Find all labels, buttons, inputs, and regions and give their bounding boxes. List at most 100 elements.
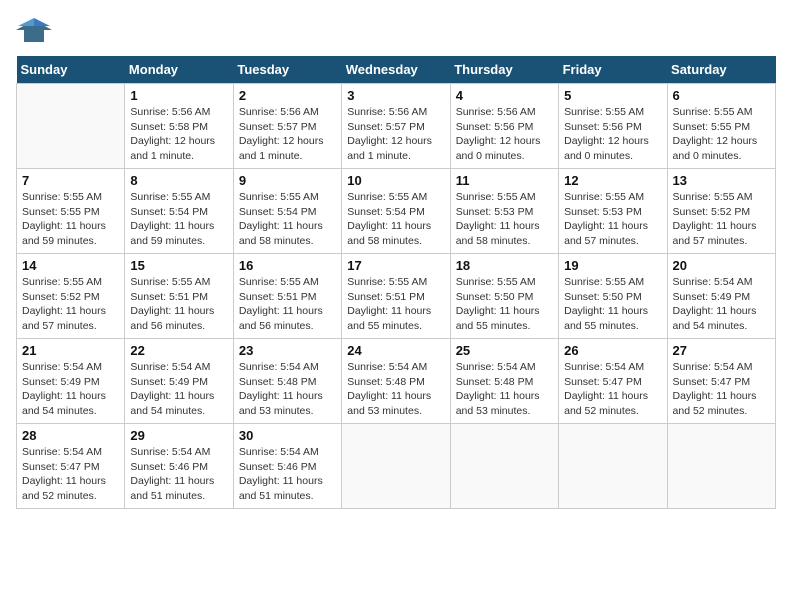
logo-icon <box>16 16 52 46</box>
day-number: 10 <box>347 173 444 188</box>
calendar-cell: 7 Sunrise: 5:55 AM Sunset: 5:55 PM Daylig… <box>17 169 125 254</box>
day-info: Sunrise: 5:54 AM Sunset: 5:47 PM Dayligh… <box>22 445 119 504</box>
day-info: Sunrise: 5:55 AM Sunset: 5:55 PM Dayligh… <box>22 190 119 249</box>
day-info: Sunrise: 5:55 AM Sunset: 5:53 PM Dayligh… <box>456 190 553 249</box>
calendar-cell: 27Sunrise: 5:54 AM Sunset: 5:47 PM Dayli… <box>667 339 775 424</box>
calendar-cell: 8 Sunrise: 5:55 AM Sunset: 5:54 PM Daylig… <box>125 169 233 254</box>
calendar-cell: 4 Sunrise: 5:56 AM Sunset: 5:56 PM Daylig… <box>450 84 558 169</box>
day-info: Sunrise: 5:54 AM Sunset: 5:49 PM Dayligh… <box>130 360 227 419</box>
calendar-cell: 15 Sunrise: 5:55 AM Sunset: 5:51 PM Dayli… <box>125 254 233 339</box>
calendar-cell <box>667 424 775 509</box>
calendar-cell: 22 Sunrise: 5:54 AM Sunset: 5:49 PM Dayli… <box>125 339 233 424</box>
calendar-cell: 23 Sunrise: 5:54 AM Sunset: 5:48 PM Dayli… <box>233 339 341 424</box>
day-info: Sunrise: 5:54 AM Sunset: 5:47 PM Dayligh… <box>564 360 661 419</box>
day-number: 22 <box>130 343 227 358</box>
calendar-cell <box>450 424 558 509</box>
weekday-header-row: SundayMondayTuesdayWednesdayThursdayFrid… <box>17 56 776 84</box>
calendar-cell: 6 Sunrise: 5:55 AM Sunset: 5:55 PM Daylig… <box>667 84 775 169</box>
day-info: Sunrise: 5:55 AM Sunset: 5:50 PM Dayligh… <box>564 275 661 334</box>
calendar-cell: 3Sunrise: 5:56 AM Sunset: 5:57 PM Daylig… <box>342 84 450 169</box>
weekday-header-monday: Monday <box>125 56 233 84</box>
day-info: Sunrise: 5:56 AM Sunset: 5:57 PM Dayligh… <box>239 105 336 164</box>
day-number: 30 <box>239 428 336 443</box>
day-info: Sunrise: 5:54 AM Sunset: 5:46 PM Dayligh… <box>130 445 227 504</box>
calendar-cell: 30 Sunrise: 5:54 AM Sunset: 5:46 PM Dayli… <box>233 424 341 509</box>
day-info: Sunrise: 5:55 AM Sunset: 5:51 PM Dayligh… <box>130 275 227 334</box>
day-number: 19 <box>564 258 661 273</box>
day-number: 20 <box>673 258 770 273</box>
calendar-week-row: 7 Sunrise: 5:55 AM Sunset: 5:55 PM Daylig… <box>17 169 776 254</box>
calendar-cell: 16 Sunrise: 5:55 AM Sunset: 5:51 PM Dayli… <box>233 254 341 339</box>
day-number: 24 <box>347 343 444 358</box>
day-info: Sunrise: 5:55 AM Sunset: 5:52 PM Dayligh… <box>673 190 770 249</box>
day-number: 12 <box>564 173 661 188</box>
calendar-cell: 18 Sunrise: 5:55 AM Sunset: 5:50 PM Dayli… <box>450 254 558 339</box>
day-info: Sunrise: 5:55 AM Sunset: 5:54 PM Dayligh… <box>347 190 444 249</box>
calendar-cell: 13 Sunrise: 5:55 AM Sunset: 5:52 PM Dayli… <box>667 169 775 254</box>
day-info: Sunrise: 5:54 AM Sunset: 5:48 PM Dayligh… <box>456 360 553 419</box>
day-number: 18 <box>456 258 553 273</box>
calendar-body: 1 Sunrise: 5:56 AM Sunset: 5:58 PM Daylig… <box>17 84 776 509</box>
calendar-cell <box>559 424 667 509</box>
day-info: Sunrise: 5:55 AM Sunset: 5:55 PM Dayligh… <box>673 105 770 164</box>
day-info: Sunrise: 5:55 AM Sunset: 5:54 PM Dayligh… <box>239 190 336 249</box>
day-info: Sunrise: 5:55 AM Sunset: 5:56 PM Dayligh… <box>564 105 661 164</box>
calendar-table: SundayMondayTuesdayWednesdayThursdayFrid… <box>16 56 776 509</box>
day-info: Sunrise: 5:56 AM Sunset: 5:56 PM Dayligh… <box>456 105 553 164</box>
calendar-cell: 26 Sunrise: 5:54 AM Sunset: 5:47 PM Dayli… <box>559 339 667 424</box>
day-info: Sunrise: 5:55 AM Sunset: 5:50 PM Dayligh… <box>456 275 553 334</box>
calendar-cell: 21 Sunrise: 5:54 AM Sunset: 5:49 PM Dayli… <box>17 339 125 424</box>
calendar-header: SundayMondayTuesdayWednesdayThursdayFrid… <box>17 56 776 84</box>
day-number: 21 <box>22 343 119 358</box>
day-number: 4 <box>456 88 553 103</box>
calendar-cell <box>17 84 125 169</box>
day-info: Sunrise: 5:55 AM Sunset: 5:51 PM Dayligh… <box>239 275 336 334</box>
calendar-cell: 24 Sunrise: 5:54 AM Sunset: 5:48 PM Dayli… <box>342 339 450 424</box>
day-number: 5 <box>564 88 661 103</box>
day-info: Sunrise: 5:55 AM Sunset: 5:53 PM Dayligh… <box>564 190 661 249</box>
day-number: 15 <box>130 258 227 273</box>
day-info: Sunrise: 5:54 AM Sunset: 5:48 PM Dayligh… <box>347 360 444 419</box>
day-number: 2 <box>239 88 336 103</box>
calendar-cell: 10 Sunrise: 5:55 AM Sunset: 5:54 PM Dayli… <box>342 169 450 254</box>
weekday-header-saturday: Saturday <box>667 56 775 84</box>
calendar-cell <box>342 424 450 509</box>
day-info: Sunrise: 5:54 AM Sunset: 5:46 PM Dayligh… <box>239 445 336 504</box>
calendar-week-row: 21 Sunrise: 5:54 AM Sunset: 5:49 PM Dayli… <box>17 339 776 424</box>
day-number: 11 <box>456 173 553 188</box>
day-number: 7 <box>22 173 119 188</box>
weekday-header-wednesday: Wednesday <box>342 56 450 84</box>
day-number: 17 <box>347 258 444 273</box>
header <box>16 16 776 46</box>
calendar-cell: 17 Sunrise: 5:55 AM Sunset: 5:51 PM Dayli… <box>342 254 450 339</box>
day-number: 23 <box>239 343 336 358</box>
weekday-header-tuesday: Tuesday <box>233 56 341 84</box>
day-info: Sunrise: 5:56 AM Sunset: 5:57 PM Dayligh… <box>347 105 444 164</box>
day-info: Sunrise: 5:54 AM Sunset: 5:48 PM Dayligh… <box>239 360 336 419</box>
day-number: 1 <box>130 88 227 103</box>
day-number: 6 <box>673 88 770 103</box>
weekday-header-friday: Friday <box>559 56 667 84</box>
calendar-week-row: 1 Sunrise: 5:56 AM Sunset: 5:58 PM Daylig… <box>17 84 776 169</box>
day-number: 16 <box>239 258 336 273</box>
calendar-cell: 25 Sunrise: 5:54 AM Sunset: 5:48 PM Dayli… <box>450 339 558 424</box>
day-info: Sunrise: 5:56 AM Sunset: 5:58 PM Dayligh… <box>130 105 227 164</box>
calendar-cell: 20Sunrise: 5:54 AM Sunset: 5:49 PM Dayli… <box>667 254 775 339</box>
day-info: Sunrise: 5:55 AM Sunset: 5:51 PM Dayligh… <box>347 275 444 334</box>
day-number: 8 <box>130 173 227 188</box>
day-number: 25 <box>456 343 553 358</box>
day-number: 29 <box>130 428 227 443</box>
day-info: Sunrise: 5:54 AM Sunset: 5:47 PM Dayligh… <box>673 360 770 419</box>
day-number: 9 <box>239 173 336 188</box>
weekday-header-thursday: Thursday <box>450 56 558 84</box>
day-number: 26 <box>564 343 661 358</box>
day-info: Sunrise: 5:55 AM Sunset: 5:54 PM Dayligh… <box>130 190 227 249</box>
day-number: 13 <box>673 173 770 188</box>
day-info: Sunrise: 5:54 AM Sunset: 5:49 PM Dayligh… <box>22 360 119 419</box>
calendar-cell: 19 Sunrise: 5:55 AM Sunset: 5:50 PM Dayli… <box>559 254 667 339</box>
calendar-cell: 1 Sunrise: 5:56 AM Sunset: 5:58 PM Daylig… <box>125 84 233 169</box>
day-number: 28 <box>22 428 119 443</box>
day-info: Sunrise: 5:55 AM Sunset: 5:52 PM Dayligh… <box>22 275 119 334</box>
calendar-cell: 14Sunrise: 5:55 AM Sunset: 5:52 PM Dayli… <box>17 254 125 339</box>
calendar-cell: 11 Sunrise: 5:55 AM Sunset: 5:53 PM Dayli… <box>450 169 558 254</box>
